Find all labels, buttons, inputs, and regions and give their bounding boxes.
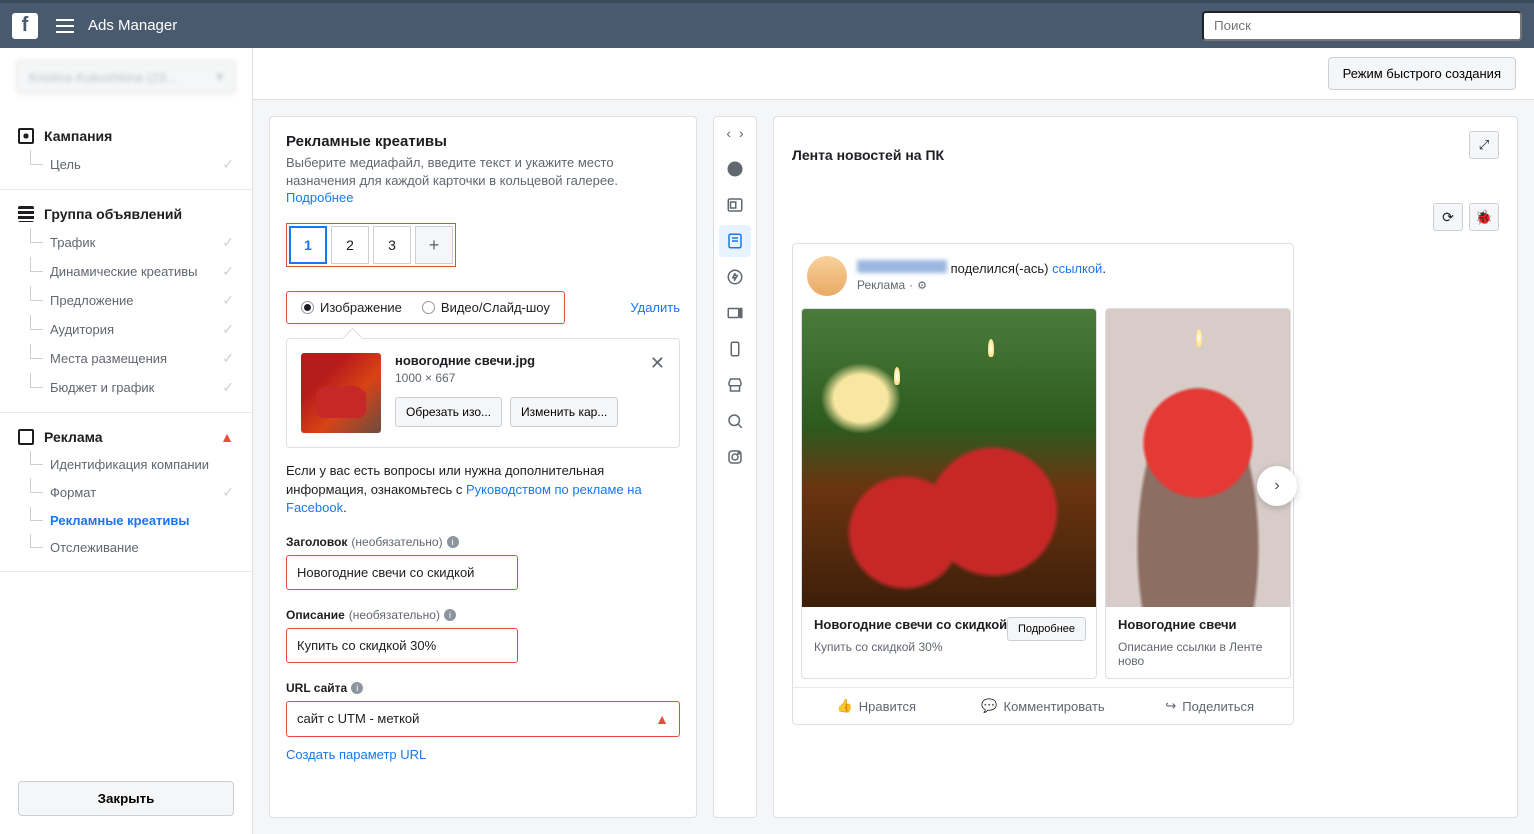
adset-icon	[18, 206, 34, 222]
nav-item-identity[interactable]: Идентификация компании	[0, 451, 252, 478]
media-type-video[interactable]: Видео/Слайд-шоу	[422, 300, 550, 315]
nav-item-traffic[interactable]: Трафик✓	[0, 228, 252, 257]
check-icon: ✓	[222, 350, 234, 367]
instream-placement-icon[interactable]	[719, 297, 751, 329]
like-icon: 👍	[837, 698, 853, 714]
nav-item-budget[interactable]: Бюджет и график✓	[0, 373, 252, 402]
carousel-card[interactable]: Новогодние свечи со скидкой Подробнее Ку…	[801, 308, 1097, 679]
card-tab-1[interactable]: 1	[289, 226, 327, 264]
info-icon[interactable]: i	[444, 609, 456, 621]
file-dimensions: 1000 × 667	[395, 371, 636, 385]
nav-section-campaign[interactable]: Кампания	[0, 122, 252, 150]
like-button[interactable]: 👍Нравится	[793, 688, 960, 724]
campaign-icon	[18, 128, 34, 144]
card-tab-2[interactable]: 2	[331, 226, 369, 264]
expand-preview-icon[interactable]: ⤢	[1469, 131, 1499, 159]
editor-subtitle: Выберите медиафайл, введите текст и укаж…	[286, 154, 680, 190]
url-input[interactable]: сайт с UTM - меткой▲	[286, 701, 680, 737]
change-image-button[interactable]: Изменить кар...	[510, 397, 618, 427]
editor-panel: Рекламные креативы Выберите медиафайл, в…	[269, 116, 697, 818]
info-icon[interactable]: i	[351, 682, 363, 694]
prev-placement-icon[interactable]: ‹	[726, 125, 731, 141]
nav-item-format[interactable]: Формат✓	[0, 478, 252, 507]
placement-rail: ‹ ›	[713, 116, 757, 818]
card-image	[1106, 309, 1290, 607]
app-title: Ads Manager	[88, 17, 177, 34]
delete-card-link[interactable]: Удалить	[630, 300, 680, 315]
facebook-logo-icon[interactable]: f	[12, 13, 38, 39]
search-input[interactable]	[1202, 11, 1522, 41]
preview-title: Лента новостей на ПК	[792, 147, 944, 163]
media-thumbnail	[301, 353, 381, 433]
check-icon: ✓	[222, 234, 234, 251]
nav-item-creatives[interactable]: Рекламные креативы	[0, 507, 252, 534]
nav-section-ad[interactable]: Реклама ▲	[0, 423, 252, 451]
gear-icon[interactable]: ⚙	[917, 279, 927, 292]
editor-title: Рекламные креативы	[286, 133, 680, 150]
remove-file-icon[interactable]: ✕	[650, 353, 665, 433]
feed-placement-icon[interactable]	[719, 225, 751, 257]
nav-item-tracking[interactable]: Отслеживание	[0, 534, 252, 561]
instant-articles-placement-icon[interactable]	[719, 261, 751, 293]
card-tab-3[interactable]: 3	[373, 226, 411, 264]
help-text: Если у вас есть вопросы или нужна дополн…	[286, 462, 680, 517]
nav-section-adset[interactable]: Группа объявлений	[0, 200, 252, 228]
description-input[interactable]: Купить со скидкой 30%	[286, 628, 518, 663]
avatar	[807, 256, 847, 296]
nav-item-goal[interactable]: Цель✓	[0, 150, 252, 179]
facebook-placement-icon[interactable]	[719, 153, 751, 185]
carousel-card-tabs: 1 2 3 +	[286, 223, 456, 267]
share-icon: ↪	[1165, 698, 1176, 714]
instagram-placement-icon[interactable]	[719, 441, 751, 473]
nav-item-offer[interactable]: Предложение✓	[0, 286, 252, 315]
share-button[interactable]: ↪Поделиться	[1126, 688, 1293, 724]
refresh-preview-icon[interactable]: ⟳	[1433, 203, 1463, 231]
marketplace-placement-icon[interactable]	[719, 369, 751, 401]
account-selector[interactable]: Kristina Kukushkina (23...▾	[16, 60, 236, 94]
app-header: f Ads Manager	[0, 3, 1534, 48]
nav-item-dynamic[interactable]: Динамические креативы✓	[0, 257, 252, 286]
preview-panel: Лента новостей на ПК ⤢ ⟳ 🐞 поделился(-ас…	[773, 116, 1518, 818]
quick-create-button[interactable]: Режим быстрого создания	[1328, 57, 1516, 90]
cta-button[interactable]: Подробнее	[1007, 617, 1086, 641]
carousel-next-icon[interactable]: ›	[1257, 466, 1297, 506]
search-placement-icon[interactable]	[719, 405, 751, 437]
info-icon[interactable]: i	[447, 536, 459, 548]
ad-icon	[18, 429, 34, 445]
media-type-image[interactable]: Изображение	[301, 300, 402, 315]
learn-more-link[interactable]: Подробнее	[286, 190, 353, 205]
sidebar: Kristina Kukushkina (23...▾ Кампания Цел…	[0, 48, 253, 834]
mobile-placement-icon[interactable]	[719, 333, 751, 365]
check-icon: ✓	[222, 156, 234, 173]
check-icon: ✓	[222, 379, 234, 396]
card-image	[802, 309, 1096, 607]
add-card-button[interactable]: +	[415, 226, 453, 264]
file-name: новогодние свечи.jpg	[395, 353, 636, 368]
headline-input[interactable]: Новогодние свечи со скидкой	[286, 555, 518, 590]
shared-link[interactable]: ссылкой	[1052, 261, 1102, 276]
create-url-param-link[interactable]: Создать параметр URL	[286, 747, 426, 762]
report-bug-icon[interactable]: 🐞	[1469, 203, 1499, 231]
close-button[interactable]: Закрыть	[18, 781, 234, 816]
nav-item-audience[interactable]: Аудитория✓	[0, 315, 252, 344]
nav-item-placements[interactable]: Места размещения✓	[0, 344, 252, 373]
comment-icon: 💬	[981, 698, 997, 714]
next-placement-icon[interactable]: ›	[739, 125, 744, 141]
check-icon: ✓	[222, 321, 234, 338]
warning-icon: ▲	[220, 429, 234, 445]
right-column-placement-icon[interactable]	[719, 189, 751, 221]
ad-preview: поделился(-ась) ссылкой. Реклама · ⚙ Нов…	[792, 243, 1294, 725]
crop-button[interactable]: Обрезать изо...	[395, 397, 502, 427]
warning-icon: ▲	[655, 711, 669, 727]
page-name-redacted	[857, 260, 947, 273]
check-icon: ✓	[222, 263, 234, 280]
comment-button[interactable]: 💬Комментировать	[960, 688, 1127, 724]
menu-icon[interactable]	[56, 19, 74, 33]
check-icon: ✓	[222, 484, 234, 501]
check-icon: ✓	[222, 292, 234, 309]
